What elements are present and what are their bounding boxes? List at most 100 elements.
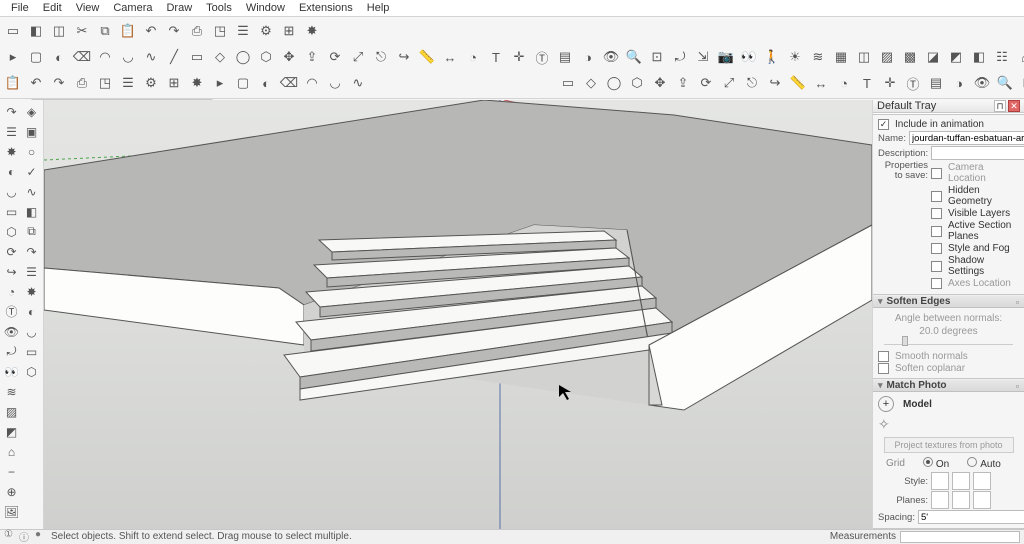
outliner-icon[interactable]: ⌂ — [1014, 46, 1024, 68]
hidden-line-icon[interactable]: ▩ — [899, 46, 921, 68]
previous-view-icon[interactable]: ⇲ — [692, 46, 714, 68]
print-icon[interactable]: ⎙ — [186, 20, 208, 42]
text-icon[interactable]: T — [485, 46, 507, 68]
back-icon[interactable]: ✥ — [649, 72, 671, 94]
shaded-textures-icon[interactable]: ◩ — [945, 46, 967, 68]
open-icon[interactable]: ◧ — [25, 20, 47, 42]
polygon-tool-icon[interactable]: ⟳ — [2, 242, 21, 261]
followme-tool-icon[interactable]: 👀 — [2, 362, 21, 381]
menu-tools[interactable]: Tools — [199, 1, 239, 15]
panel-toggle-icon[interactable]: ▫ — [1016, 297, 1019, 307]
render-icon[interactable]: ⤢ — [718, 72, 740, 94]
solid-trim-icon[interactable]: ◐ — [255, 72, 277, 94]
fog-icon[interactable]: ≋ — [807, 46, 829, 68]
front-icon[interactable]: ◯ — [603, 72, 625, 94]
pan-icon[interactable]: 👁 — [600, 46, 622, 68]
menu-edit[interactable]: Edit — [36, 1, 69, 15]
style-1-icon[interactable]: 👁 — [971, 72, 993, 94]
sandbox-tool-icon[interactable]: ▭ — [22, 342, 41, 361]
layers-icon[interactable]: ☷ — [991, 46, 1013, 68]
prop-checkbox-4[interactable] — [931, 243, 942, 254]
xray-icon[interactable]: ▦ — [830, 46, 852, 68]
menu-extensions[interactable]: Extensions — [292, 1, 360, 15]
menu-file[interactable]: File — [4, 1, 36, 15]
pushpull-tool-icon[interactable]: 👁 — [2, 322, 21, 341]
sandbox-from-scratch-icon[interactable]: ↶ — [25, 72, 47, 94]
scene-description-input[interactable] — [931, 146, 1024, 160]
walk-tool-icon[interactable]: ◧ — [22, 202, 41, 221]
photomatch-tool-icon[interactable]: ◡ — [22, 322, 41, 341]
style-swatch-2[interactable] — [952, 472, 970, 490]
top-icon[interactable]: ◇ — [580, 72, 602, 94]
eraser-tool-icon[interactable]: ↪ — [2, 262, 21, 281]
dimension-icon[interactable]: ↔ — [439, 46, 461, 68]
paint-tool-icon[interactable]: ◩ — [2, 422, 21, 441]
monochrome-icon[interactable]: ◧ — [968, 46, 990, 68]
select-icon[interactable]: ▸ — [2, 46, 24, 68]
iso-icon[interactable]: ▭ — [557, 72, 579, 94]
line-tool-icon[interactable]: ✸ — [2, 142, 21, 161]
eraser-icon[interactable]: ⌫ — [71, 46, 93, 68]
rotated-rectangle-icon[interactable]: ◇ — [209, 46, 231, 68]
warehouse-icon[interactable]: Ⓣ — [902, 72, 924, 94]
model-info-icon[interactable]: ◳ — [209, 20, 231, 42]
save-icon[interactable]: ◫ — [48, 20, 70, 42]
tape-measure-icon[interactable]: 📏 — [416, 46, 438, 68]
solid-intersect-icon[interactable]: ✸ — [186, 72, 208, 94]
flip-edge-icon[interactable]: ⚙ — [140, 72, 162, 94]
solid-split-icon[interactable]: ⌫ — [278, 72, 300, 94]
new-match-photo-icon[interactable]: + — [878, 396, 894, 412]
tray-close-icon[interactable]: ✕ — [1008, 100, 1020, 112]
solid-subtract-icon[interactable]: ▢ — [232, 72, 254, 94]
position-camera-icon[interactable]: 📷 — [715, 46, 737, 68]
menu-draw[interactable]: Draw — [159, 1, 199, 15]
render-region-icon[interactable]: ⎋ — [741, 72, 763, 94]
new-icon[interactable]: ▭ — [2, 20, 24, 42]
menu-camera[interactable]: Camera — [106, 1, 159, 15]
shaded-icon[interactable]: ◪ — [922, 46, 944, 68]
pushpull-icon[interactable]: ⇪ — [301, 46, 323, 68]
scale-tool-icon[interactable]: ≋ — [2, 382, 21, 401]
scale-icon[interactable]: ⤢ — [347, 46, 369, 68]
pan-tool-icon[interactable]: ⊕ — [2, 482, 21, 501]
cut-icon[interactable]: ✂ — [71, 20, 93, 42]
position-tool-icon[interactable]: ↷ — [22, 242, 41, 261]
redo-icon[interactable]: ↷ — [163, 20, 185, 42]
select-tool-icon[interactable]: ↷ — [2, 102, 21, 121]
dynamic-attributes-icon[interactable]: ∿ — [347, 72, 369, 94]
extensions-manager-icon[interactable]: ✸ — [301, 20, 323, 42]
drape-icon[interactable]: ◳ — [94, 72, 116, 94]
add-detail-icon[interactable]: ☰ — [117, 72, 139, 94]
paint-bucket-icon[interactable]: ◐ — [48, 46, 70, 68]
arc-tool-icon[interactable]: ▭ — [2, 202, 21, 221]
info-icon[interactable]: ⓘ — [19, 529, 29, 544]
render-settings-icon[interactable]: ↪ — [764, 72, 786, 94]
dynamic-options-icon[interactable]: ◡ — [324, 72, 346, 94]
arc-icon[interactable]: ◠ — [94, 46, 116, 68]
menu-help[interactable]: Help — [360, 1, 397, 15]
move-icon[interactable]: ✥ — [278, 46, 300, 68]
circle-tool-icon[interactable]: ⬡ — [2, 222, 21, 241]
shadows-icon[interactable]: ☀ — [784, 46, 806, 68]
lasso-tool-icon[interactable]: ☰ — [2, 122, 21, 141]
zoom-window-icon[interactable]: ⊡ — [646, 46, 668, 68]
undo-icon[interactable]: ↶ — [140, 20, 162, 42]
planes-swatch-1[interactable] — [931, 491, 949, 509]
look-tool-icon[interactable]: ⧉ — [22, 222, 41, 241]
sandbox-from-contours-icon[interactable]: 📋 — [2, 72, 24, 94]
project-textures-button[interactable]: Project textures from photo — [884, 437, 1014, 453]
prop-checkbox-6[interactable] — [931, 278, 942, 289]
vray-proxy-icon[interactable]: T — [856, 72, 878, 94]
3d-text-tool-icon[interactable]: ☰ — [22, 262, 41, 281]
solid-outer-shell-icon[interactable]: ⊞ — [163, 72, 185, 94]
left-icon[interactable]: ⇪ — [672, 72, 694, 94]
spacing-input[interactable] — [918, 510, 1024, 524]
polygon-icon[interactable]: ⬡ — [255, 46, 277, 68]
line-icon[interactable]: ╱ — [163, 46, 185, 68]
style-3-icon[interactable]: ⊡ — [1017, 72, 1024, 94]
3d-text-icon[interactable]: Ⓣ — [531, 46, 553, 68]
axes-tool-icon[interactable]: ✓ — [22, 162, 41, 181]
menu-view[interactable]: View — [69, 1, 107, 15]
paste-icon[interactable]: 📋 — [117, 20, 139, 42]
section-plane-icon[interactable]: ▤ — [554, 46, 576, 68]
